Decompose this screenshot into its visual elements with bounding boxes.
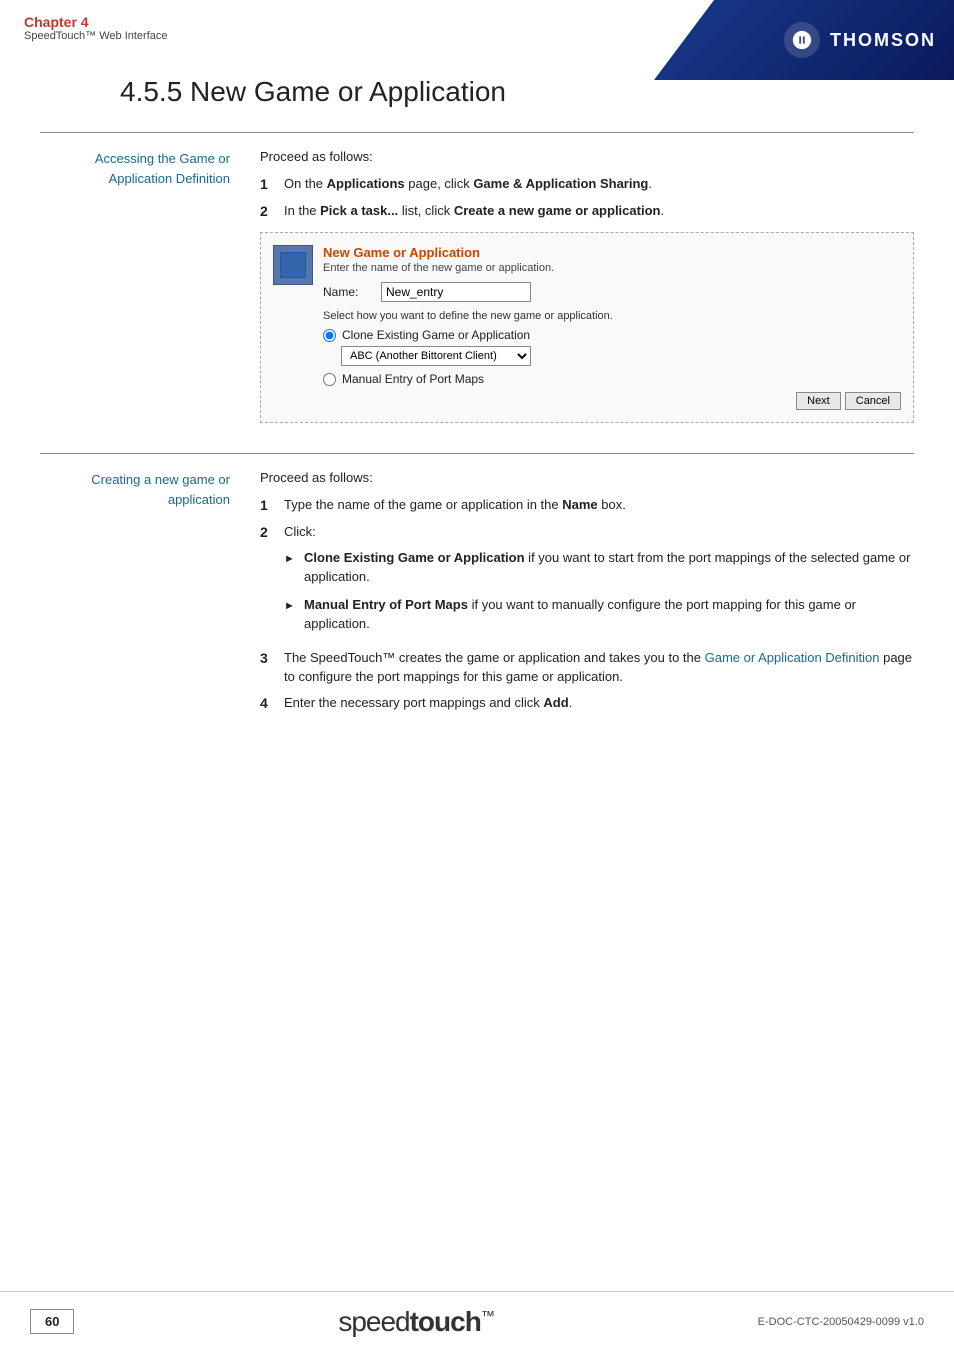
ss-app-select[interactable]: ABC (Another Bittorent Client): [341, 346, 531, 366]
page-footer: 60 speedtouch™ E-DOC-CTC-20050429-0099 v…: [0, 1291, 954, 1351]
s2-step2-content: Click: ► Clone Existing Game or Applicat…: [284, 522, 914, 642]
s2-step4-text: Enter the necessary port mappings and cl…: [284, 693, 572, 714]
ss-select-label: Select how you want to define the new ga…: [323, 310, 901, 322]
footer-brand: speedtouch™: [338, 1306, 494, 1338]
brand-tm: ™: [481, 1307, 494, 1323]
ss-radio2[interactable]: [323, 373, 336, 386]
thomson-icon-svg: [791, 29, 813, 51]
section1-row: Accessing the Game or Application Defini…: [40, 149, 914, 433]
s2-step3-text: The SpeedTouch™ creates the game or appl…: [284, 648, 914, 687]
ss-radio1[interactable]: [323, 329, 336, 342]
ss-radio1-label: Clone Existing Game or Application: [342, 328, 530, 342]
step2-text: In the Pick a task... list, click Create…: [284, 201, 664, 222]
ss-name-row: Name:: [323, 282, 901, 302]
section1-steps: 1 On the Applications page, click Game &…: [260, 174, 914, 222]
section1-step2: 2 In the Pick a task... list, click Crea…: [260, 201, 914, 222]
ss-title: New Game or Application: [323, 245, 901, 260]
brand-regular: speed: [338, 1306, 409, 1337]
page-title: 4.5.5 New Game or Application: [120, 76, 914, 108]
section1-step1: 1 On the Applications page, click Game &…: [260, 174, 914, 195]
section1-label: Accessing the Game or Application Defini…: [40, 149, 230, 188]
arrow-icon1: ►: [284, 548, 296, 587]
step2-num: 2: [260, 201, 274, 222]
thomson-logo-text: THOMSON: [830, 30, 936, 51]
page-header: Chapter 4 SpeedTouch™ Web Interface THOM…: [0, 0, 954, 52]
arrow-list: ► Clone Existing Game or Application if …: [284, 548, 914, 634]
ss-radio2-row: Manual Entry of Port Maps: [323, 372, 901, 386]
chapter-subtitle: SpeedTouch™ Web Interface: [24, 30, 168, 42]
section2-content: Proceed as follows: 1 Type the name of t…: [260, 470, 914, 720]
step1-num: 1: [260, 174, 274, 195]
section2-step3: 3 The SpeedTouch™ creates the game or ap…: [260, 648, 914, 687]
section2-steps: 1 Type the name of the game or applicati…: [260, 495, 914, 714]
s2-step2-num: 2: [260, 522, 274, 642]
section2-divider: [40, 453, 914, 454]
arrow-item2: ► Manual Entry of Port Maps if you want …: [284, 595, 914, 634]
section2-label: Creating a new game or application: [40, 470, 230, 509]
s2-step3-num: 3: [260, 648, 274, 687]
s2-step4-num: 4: [260, 693, 274, 714]
section1-proceed: Proceed as follows:: [260, 149, 914, 164]
s2-step1-text: Type the name of the game or application…: [284, 495, 626, 516]
step1-text: On the Applications page, click Game & A…: [284, 174, 652, 195]
section2-row: Creating a new game or application Proce…: [40, 470, 914, 720]
ss-radio1-row: Clone Existing Game or Application: [323, 328, 901, 342]
main-content: Accessing the Game or Application Defini…: [0, 132, 954, 720]
section2-step2: 2 Click: ► Clone Existing Game or Applic…: [260, 522, 914, 642]
s2-step2-text: Click:: [284, 524, 316, 539]
arrow-item1: ► Clone Existing Game or Application if …: [284, 548, 914, 587]
ss-cancel-button[interactable]: Cancel: [845, 392, 901, 410]
header-banner: THOMSON: [654, 0, 954, 80]
arrow-item2-text: Manual Entry of Port Maps if you want to…: [304, 595, 914, 634]
ss-name-input[interactable]: [381, 282, 531, 302]
screenshot-icon-inner: [280, 252, 306, 278]
arrow-icon2: ►: [284, 595, 296, 634]
section2-step1: 1 Type the name of the game or applicati…: [260, 495, 914, 516]
game-definition-link[interactable]: Game or Application Definition: [705, 650, 880, 665]
page-number: 60: [30, 1309, 74, 1334]
section1-label-col: Accessing the Game or Application Defini…: [40, 149, 240, 433]
ss-dropdown-row: ABC (Another Bittorent Client): [341, 346, 901, 366]
ss-subtitle: Enter the name of the new game or applic…: [323, 262, 901, 274]
footer-doc-code: E-DOC-CTC-20050429-0099 v1.0: [758, 1316, 924, 1328]
section2-label-col: Creating a new game or application: [40, 470, 240, 720]
ss-next-button[interactable]: Next: [796, 392, 841, 410]
ss-name-label: Name:: [323, 285, 373, 299]
screenshot-app-icon: [273, 245, 313, 285]
ss-radio2-label: Manual Entry of Port Maps: [342, 372, 484, 386]
section2-step4: 4 Enter the necessary port mappings and …: [260, 693, 914, 714]
section2-proceed: Proceed as follows:: [260, 470, 914, 485]
section1-content: Proceed as follows: 1 On the Application…: [260, 149, 914, 433]
chapter-label: Chapter 4: [24, 14, 168, 30]
screenshot-box: New Game or Application Enter the name o…: [260, 232, 914, 423]
ss-button-row: Next Cancel: [323, 392, 901, 410]
thomson-logo-icon: [784, 22, 820, 58]
header-left: Chapter 4 SpeedTouch™ Web Interface: [24, 14, 168, 42]
brand-bold: touch: [410, 1306, 481, 1337]
s2-step1-num: 1: [260, 495, 274, 516]
section1-divider: [40, 132, 914, 133]
screenshot-content: New Game or Application Enter the name o…: [323, 245, 901, 410]
arrow-item1-text: Clone Existing Game or Application if yo…: [304, 548, 914, 587]
